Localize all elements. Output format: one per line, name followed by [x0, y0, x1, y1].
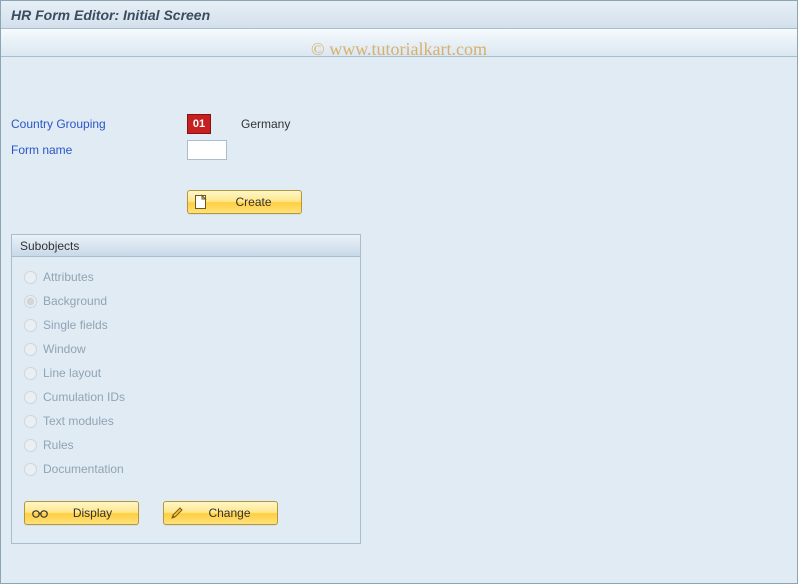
glasses-icon — [31, 507, 49, 519]
title-bar: HR Form Editor: Initial Screen — [1, 1, 797, 29]
country-grouping-row: Country Grouping 01 Germany — [11, 112, 787, 136]
radio-documentation[interactable]: Documentation — [24, 457, 348, 481]
radio-input[interactable] — [24, 271, 37, 284]
radio-label: Line layout — [43, 366, 101, 380]
country-grouping-display: Germany — [241, 117, 290, 131]
radio-label: Window — [43, 342, 86, 356]
radio-attributes[interactable]: Attributes — [24, 265, 348, 289]
change-button[interactable]: Change — [163, 501, 278, 525]
create-button-label: Create — [216, 195, 291, 209]
form-name-label: Form name — [11, 143, 187, 157]
radio-label: Background — [43, 294, 107, 308]
radio-input[interactable] — [24, 415, 37, 428]
display-button-label: Display — [57, 506, 128, 520]
display-button[interactable]: Display — [24, 501, 139, 525]
groupbox-button-row: Display Change — [12, 485, 360, 543]
app-window: HR Form Editor: Initial Screen © www.tut… — [0, 0, 798, 584]
create-row: Create — [11, 190, 787, 214]
subobjects-list: Attributes Background Single fields Wind… — [12, 257, 360, 485]
form-name-row: Form name — [11, 138, 787, 162]
radio-input[interactable] — [24, 391, 37, 404]
radio-input[interactable] — [24, 367, 37, 380]
pencil-icon — [170, 506, 184, 520]
radio-label: Attributes — [43, 270, 94, 284]
radio-label: Cumulation IDs — [43, 390, 125, 404]
radio-cumulation-ids[interactable]: Cumulation IDs — [24, 385, 348, 409]
radio-label: Single fields — [43, 318, 108, 332]
radio-rules[interactable]: Rules — [24, 433, 348, 457]
document-icon — [194, 194, 208, 210]
radio-text-modules[interactable]: Text modules — [24, 409, 348, 433]
radio-input[interactable] — [24, 439, 37, 452]
country-grouping-input[interactable]: 01 — [187, 114, 211, 134]
subobjects-title: Subobjects — [12, 235, 360, 257]
create-button[interactable]: Create — [187, 190, 302, 214]
content-area: Country Grouping 01 Germany Form name Cr… — [1, 57, 797, 554]
radio-input[interactable] — [24, 343, 37, 356]
radio-label: Text modules — [43, 414, 114, 428]
subobjects-group: Subobjects Attributes Background Single … — [11, 234, 361, 544]
radio-line-layout[interactable]: Line layout — [24, 361, 348, 385]
radio-input[interactable] — [24, 319, 37, 332]
application-toolbar — [1, 29, 797, 57]
radio-input[interactable] — [24, 295, 37, 308]
form-name-input[interactable] — [187, 140, 227, 160]
page-title: HR Form Editor: Initial Screen — [11, 7, 210, 23]
radio-label: Documentation — [43, 462, 124, 476]
radio-single-fields[interactable]: Single fields — [24, 313, 348, 337]
radio-background[interactable]: Background — [24, 289, 348, 313]
radio-input[interactable] — [24, 463, 37, 476]
country-grouping-label: Country Grouping — [11, 117, 187, 131]
radio-window[interactable]: Window — [24, 337, 348, 361]
change-button-label: Change — [192, 506, 267, 520]
radio-label: Rules — [43, 438, 74, 452]
